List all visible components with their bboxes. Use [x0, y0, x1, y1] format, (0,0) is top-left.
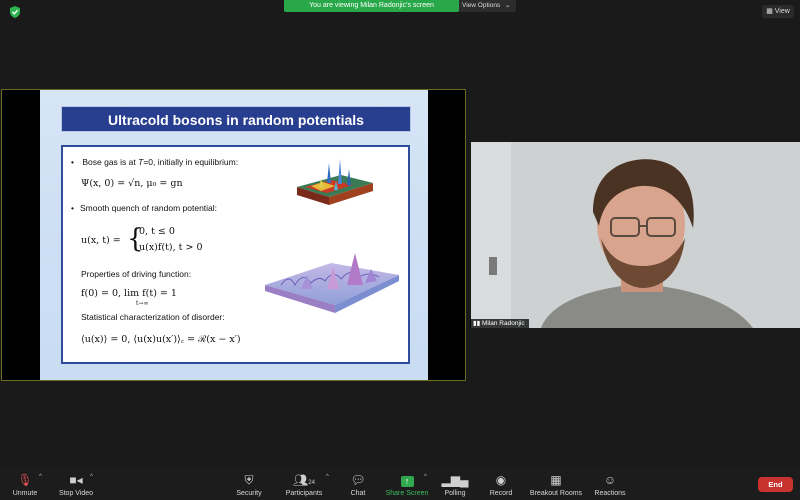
participants-count: 24: [308, 480, 315, 486]
limit-subscript: t→∞: [136, 300, 149, 307]
polling-button[interactable]: ▂▆▄ Polling: [440, 468, 470, 500]
random-potential-surface-plot: [265, 253, 399, 313]
reactions-button[interactable]: ☺ Reactions: [592, 468, 628, 500]
participant-video[interactable]: [471, 142, 800, 328]
security-label: Security: [236, 490, 262, 497]
participant-name-tag: ▮▮ Milan Radonjic: [470, 319, 529, 328]
breakout-rooms-label: Breakout Rooms: [529, 490, 583, 497]
participants-button[interactable]: 👥︎24 Participants: [280, 468, 328, 500]
reactions-label: Reactions: [594, 490, 626, 497]
share-screen-button[interactable]: ↑ Share Screen: [384, 468, 430, 500]
meeting-toolbar: 🎙︎ Unmute ^ ■◂ Stop Video ^ ⛨ Security 👥…: [0, 468, 800, 500]
equation-quench-lhs: u(x, t) =: [81, 235, 121, 246]
shield-icon: ⛨: [244, 473, 254, 487]
chat-label: Chat: [350, 490, 366, 497]
equation-initial-wavefunction: Ψ(x, 0) = √n, μ₀ = gn: [81, 178, 183, 189]
chat-bubble-icon: 💬︎: [350, 473, 366, 487]
smiley-plus-icon: ☺: [603, 473, 617, 487]
bullet1-text: Bose gas is at: [82, 157, 139, 167]
view-options-label: View Options: [462, 2, 501, 9]
record-button[interactable]: ◉ Record: [486, 468, 516, 500]
end-meeting-button[interactable]: End: [758, 477, 793, 492]
equation-quench-case1: 0, t ≤ 0: [139, 226, 175, 237]
unmute-label: Unmute: [12, 490, 38, 497]
chat-button[interactable]: 💬︎ Chat: [344, 468, 372, 500]
properties-label: Properties of driving function:: [81, 269, 192, 279]
participants-label: Participants: [285, 490, 323, 497]
viewing-screen-banner: You are viewing Milan Radonjic's screen: [284, 0, 459, 12]
equation-disorder-correlation: ⟨u(x)⟩ = 0, ⟨u(x)u(x′)⟩꜀ = ℛ(x − x′): [81, 334, 241, 345]
bullet-initial-state: Bose gas is at T=0, initially in equilib…: [71, 157, 238, 167]
share-options-caret-icon[interactable]: ^: [424, 474, 427, 480]
slide-title: Ultracold bosons in random potentials: [61, 106, 411, 132]
unmute-button[interactable]: 🎙︎ Unmute: [6, 468, 44, 500]
share-screen-label: Share Screen: [385, 490, 429, 497]
density-surface-plot: [297, 159, 373, 205]
presentation-slide: Ultracold bosons in random potentials Bo…: [40, 90, 428, 380]
stop-video-button[interactable]: ■◂ Stop Video: [55, 468, 97, 500]
equation-driving-function: f(0) = 0, lim f(t) = 1: [81, 288, 177, 299]
participant-name: Milan Radonjic: [481, 320, 525, 327]
shared-screen: Ultracold bosons in random potentials Bo…: [1, 89, 466, 381]
bullet1-text-post: =0, initially in equilibrium:: [143, 157, 239, 167]
bar-chart-icon: ▂▆▄: [441, 473, 469, 487]
polling-label: Polling: [444, 490, 466, 497]
grid-icon: ▦: [766, 8, 773, 15]
breakout-rooms-button[interactable]: ▦ Breakout Rooms: [528, 468, 584, 500]
view-button[interactable]: ▦ View: [762, 5, 794, 18]
video-options-caret-icon[interactable]: ^: [90, 474, 93, 480]
view-options-button[interactable]: View Options ⌄: [459, 0, 516, 12]
record-label: Record: [489, 490, 513, 497]
chevron-down-icon: ⌄: [505, 2, 511, 9]
slide-content-box: Bose gas is at T=0, initially in equilib…: [61, 145, 410, 364]
people-icon: 👥︎24: [293, 473, 315, 487]
security-button[interactable]: ⛨ Security: [230, 468, 268, 500]
stop-video-label: Stop Video: [58, 490, 94, 497]
view-label: View: [774, 8, 790, 15]
security-shield-icon: [10, 6, 20, 18]
statistics-label: Statistical characterization of disorder…: [81, 312, 225, 322]
signal-bars-icon: ▮▮: [473, 320, 481, 327]
participants-options-caret-icon[interactable]: ^: [326, 474, 329, 480]
person-silhouette-image: [471, 142, 800, 328]
record-icon: ◉: [495, 473, 507, 487]
audio-options-caret-icon[interactable]: ^: [39, 474, 42, 480]
equation-quench-case2: u(x)f(t), t > 0: [139, 242, 203, 253]
grid-squares-icon: ▦: [550, 473, 562, 487]
bullet-quench: Smooth quench of random potential:: [71, 203, 217, 213]
